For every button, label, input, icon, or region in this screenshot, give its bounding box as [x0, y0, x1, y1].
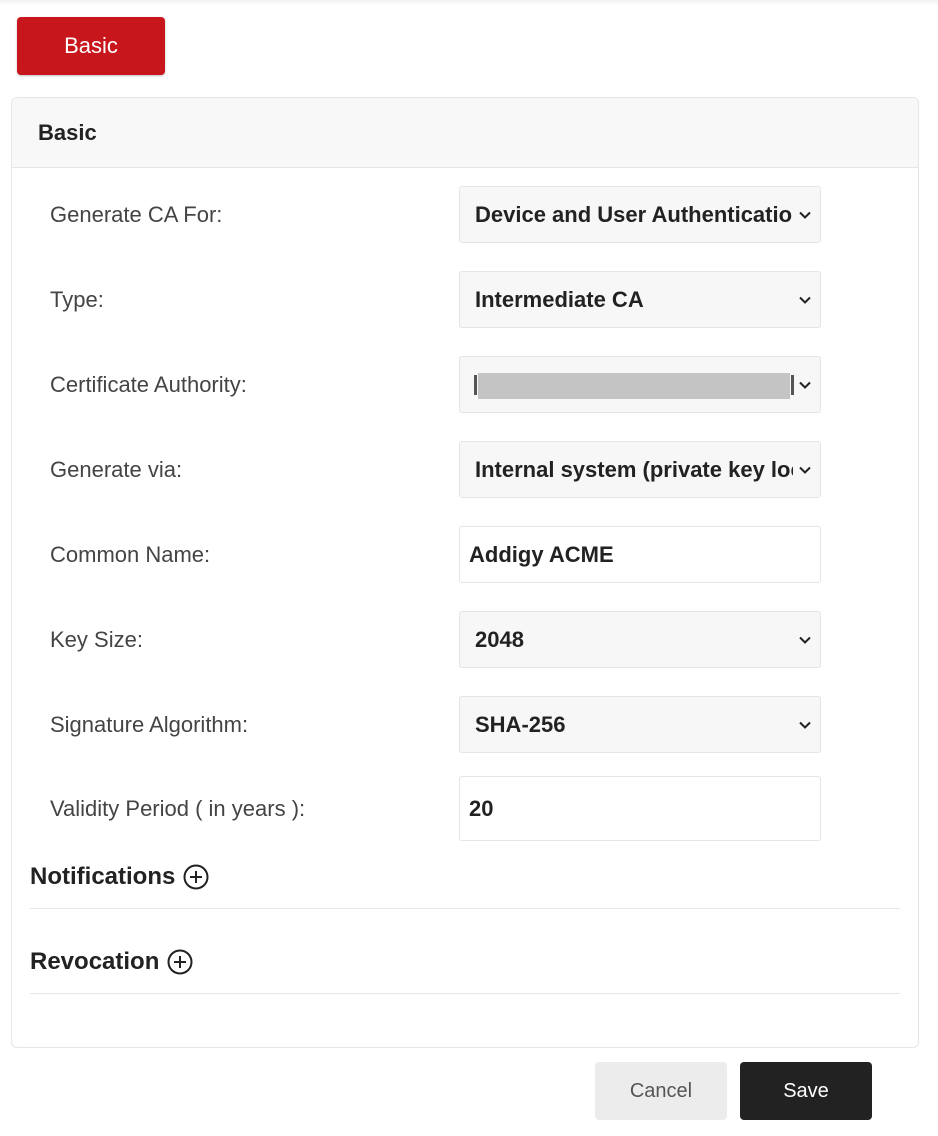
input-value: Addigy ACME — [469, 541, 614, 567]
field-label: Generate CA For: — [50, 202, 223, 227]
top-bar-shadow — [0, 0, 938, 6]
input-value: 20 — [469, 795, 494, 821]
field-row-common-name: Common Name: Addigy ACME — [12, 526, 918, 584]
basic-card: Basic Generate CA For: Device and User A… — [11, 97, 919, 1048]
select-value: Device and User Authentication — [475, 201, 793, 227]
revocation-toggle[interactable]: Revocation — [30, 934, 193, 990]
chevron-down-icon — [799, 211, 811, 219]
cancel-button[interactable]: Cancel — [595, 1062, 727, 1120]
field-row-key-size: Key Size: 2048 — [12, 611, 918, 669]
select-value: SHA-256 — [475, 711, 566, 737]
certificate-authority-select[interactable] — [459, 356, 821, 413]
chevron-down-icon — [799, 721, 811, 729]
redacted-text-edge — [474, 375, 477, 395]
field-row-certificate-authority: Certificate Authority: — [12, 356, 918, 414]
generate-via-select[interactable]: Internal system (private key located on … — [459, 441, 821, 498]
field-row-signature-algorithm: Signature Algorithm: SHA-256 — [12, 696, 918, 754]
tab-basic[interactable]: Basic — [17, 17, 165, 75]
chevron-down-icon — [799, 466, 811, 474]
plus-circle-icon[interactable] — [167, 949, 193, 975]
revocation-section: Revocation — [30, 934, 900, 994]
field-row-generate-ca-for: Generate CA For: Device and User Authent… — [12, 186, 918, 244]
chevron-down-icon — [799, 381, 811, 389]
validity-period-input[interactable]: 20 — [459, 776, 821, 841]
field-label: Certificate Authority: — [50, 372, 247, 397]
field-label: Generate via: — [50, 457, 183, 482]
notifications-toggle[interactable]: Notifications — [30, 849, 209, 905]
field-row-type: Type: Intermediate CA — [12, 271, 918, 329]
select-value: 2048 — [475, 626, 524, 652]
common-name-input[interactable]: Addigy ACME — [459, 526, 821, 583]
plus-circle-icon[interactable] — [183, 864, 209, 890]
card-title: Basic — [12, 98, 918, 168]
chevron-down-icon — [799, 636, 811, 644]
field-label: Validity Period ( in years ): — [50, 796, 306, 821]
key-size-select[interactable]: 2048 — [459, 611, 821, 668]
field-label: Common Name: — [50, 542, 211, 567]
section-title: Revocation — [30, 948, 160, 975]
redaction-block — [478, 373, 790, 399]
section-title: Notifications — [30, 863, 176, 890]
save-button[interactable]: Save — [740, 1062, 872, 1120]
field-label: Type: — [50, 287, 104, 312]
generate-ca-for-select[interactable]: Device and User Authentication — [459, 186, 821, 243]
type-select[interactable]: Intermediate CA — [459, 271, 821, 328]
signature-algorithm-select[interactable]: SHA-256 — [459, 696, 821, 753]
field-label: Signature Algorithm: — [50, 712, 249, 737]
select-value: Internal system (private key located on … — [475, 456, 793, 482]
redacted-text-edge — [791, 375, 794, 395]
field-row-validity-period: Validity Period ( in years ): 20 — [12, 776, 918, 842]
notifications-section: Notifications — [30, 849, 900, 909]
select-value: Intermediate CA — [475, 286, 644, 312]
chevron-down-icon — [799, 296, 811, 304]
field-label: Key Size: — [50, 627, 143, 652]
field-row-generate-via: Generate via: Internal system (private k… — [12, 441, 918, 499]
